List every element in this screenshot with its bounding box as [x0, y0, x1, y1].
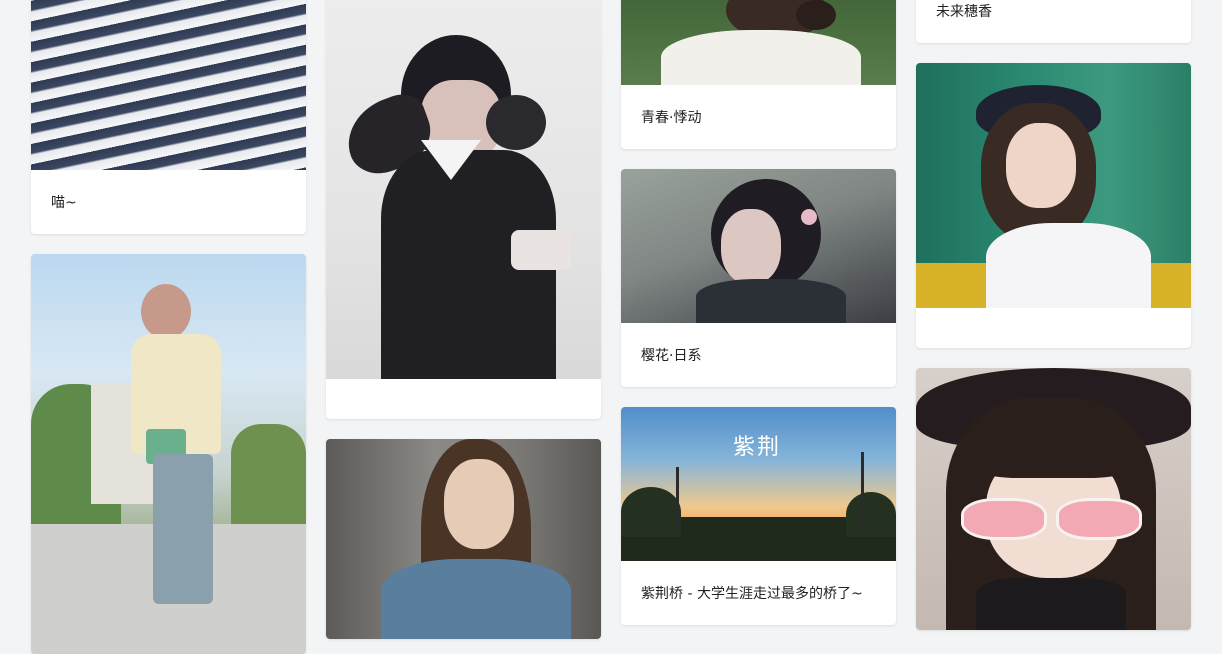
- gallery-card[interactable]: 未来穗香: [916, 0, 1191, 43]
- anime-boy-crows-illustration: [326, 0, 601, 379]
- gallery-card[interactable]: [916, 368, 1191, 630]
- card-caption: 紫荆桥 - 大学生涯走过最多的桥了~: [641, 586, 863, 602]
- striped-fabric-photo: [31, 0, 306, 170]
- gallery-card[interactable]: [31, 254, 306, 654]
- card-caption: [916, 308, 1191, 348]
- gallery-card[interactable]: 紫荆 紫荆桥 - 大学生涯走过最多的桥了~: [621, 407, 896, 625]
- woman-street-photo: [31, 254, 306, 654]
- sunset-streetlight-photo: 紫荆: [621, 407, 896, 561]
- gallery-card[interactable]: 喵~: [31, 0, 306, 234]
- card-caption: [326, 379, 601, 419]
- girl-hat-train-photo: [916, 63, 1191, 308]
- gallery-card[interactable]: 樱花·日系: [621, 169, 896, 387]
- card-caption: 未来穗香: [936, 4, 992, 20]
- child-pink-sunglasses-photo: [916, 368, 1191, 630]
- masonry-gallery: 喵~ 青春·悸动 樱花·日系 紫荆 紫荆桥 - 大学生涯走过最多的桥了~ 未来穗…: [0, 0, 1222, 654]
- gallery-card[interactable]: 青春·悸动: [621, 0, 896, 149]
- gallery-card[interactable]: [916, 63, 1191, 348]
- card-caption: 青春·悸动: [641, 110, 702, 126]
- girl-denim-jacket-photo: [326, 439, 601, 639]
- card-caption: 樱花·日系: [641, 348, 702, 364]
- gallery-card[interactable]: [326, 439, 601, 639]
- card-caption: 喵~: [51, 195, 77, 211]
- anime-girl-sakura-illustration: [621, 169, 896, 323]
- gallery-card[interactable]: [326, 0, 601, 419]
- girl-backview-photo: [621, 0, 896, 85]
- calligraphy-text: 紫荆: [733, 435, 782, 460]
